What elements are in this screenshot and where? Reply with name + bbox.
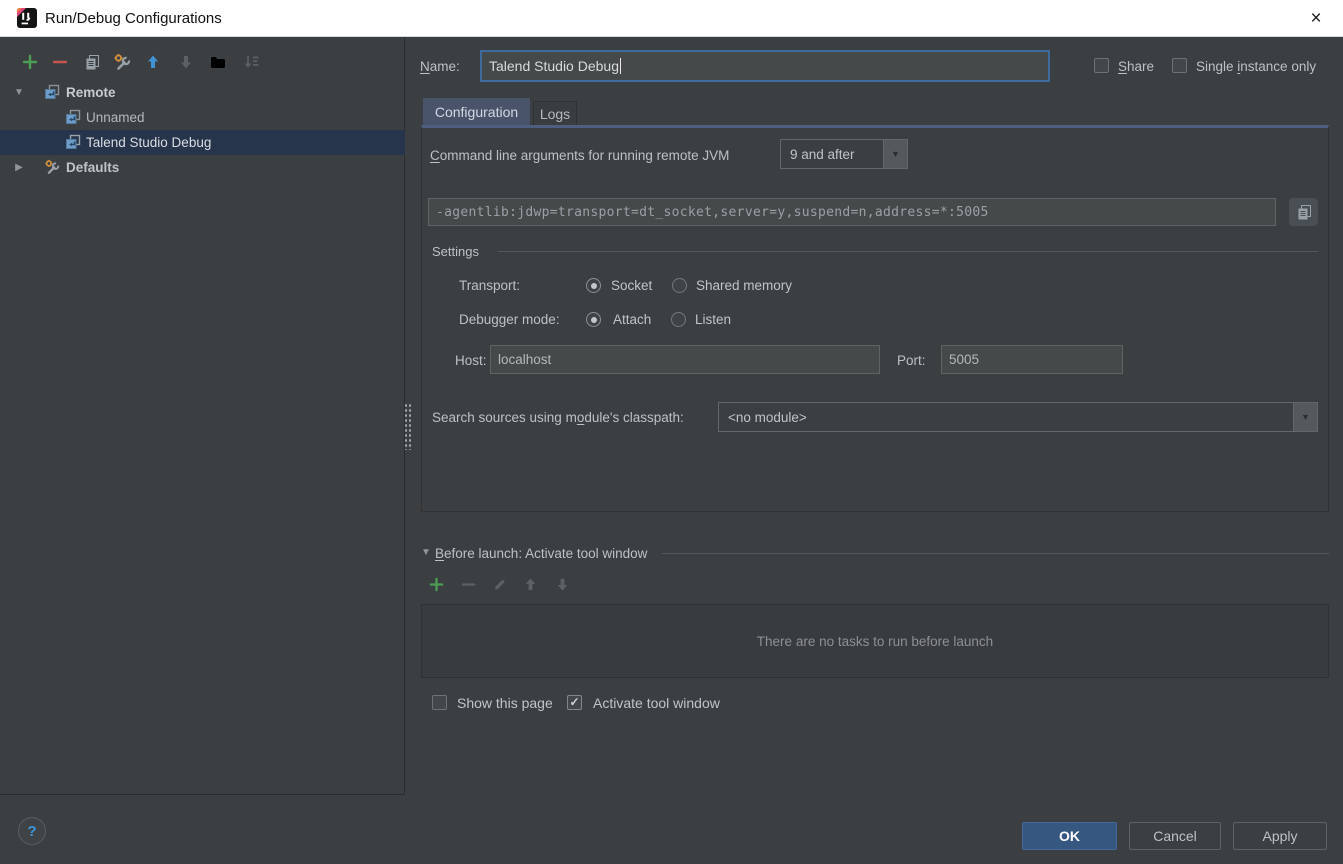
port-label: Port: xyxy=(897,353,926,368)
tree-item-remote[interactable]: ▼ Remote xyxy=(0,80,405,105)
debugger-mode-attach-label: Attach xyxy=(613,312,651,327)
transport-shared-memory-label: Shared memory xyxy=(696,278,792,293)
remove-task-button[interactable] xyxy=(459,575,477,593)
tasks-empty-panel: There are no tasks to run before launch xyxy=(421,604,1329,678)
tree-item-label: Talend Studio Debug xyxy=(86,135,211,150)
help-icon: ? xyxy=(27,823,36,840)
settings-section-title: Settings xyxy=(432,244,479,259)
tab-configuration[interactable]: Configuration xyxy=(423,98,530,125)
copy-arguments-button[interactable] xyxy=(1289,198,1318,226)
add-task-button[interactable] xyxy=(427,575,445,593)
module-classpath-value: <no module> xyxy=(719,403,1293,431)
sort-configurations-button[interactable] xyxy=(243,53,261,71)
debugger-mode-label: Debugger mode: xyxy=(459,312,560,327)
window-titlebar: Run/Debug Configurations × xyxy=(0,0,1343,37)
tree-item-label: Remote xyxy=(66,85,116,100)
before-launch-separator xyxy=(662,553,1329,554)
edit-task-button[interactable] xyxy=(490,575,508,593)
share-checkbox[interactable] xyxy=(1094,58,1109,73)
chevron-down-icon[interactable]: ▼ xyxy=(13,87,25,98)
move-task-up-button[interactable] xyxy=(521,575,539,593)
remote-config-icon xyxy=(65,134,81,150)
move-task-down-button[interactable] xyxy=(553,575,571,593)
tree-item-talend-studio-debug[interactable]: Talend Studio Debug xyxy=(0,130,405,155)
show-this-page-checkbox[interactable] xyxy=(432,695,447,710)
agentlib-arguments-field[interactable]: -agentlib:jdwp=transport=dt_socket,serve… xyxy=(428,198,1276,226)
tree-item-label: Unnamed xyxy=(86,110,145,125)
splitter-grip[interactable] xyxy=(404,403,412,450)
edit-defaults-button[interactable] xyxy=(113,53,131,71)
activate-tool-window-label: Activate tool window xyxy=(593,695,720,711)
before-launch-title: Before launch: Activate tool window xyxy=(435,546,647,561)
move-up-button[interactable] xyxy=(144,53,162,71)
chevron-right-icon[interactable]: ▶ xyxy=(13,162,25,173)
module-classpath-combobox[interactable]: <no module> ▼ xyxy=(718,402,1318,432)
jvm-version-combobox[interactable]: 9 and after ▼ xyxy=(780,139,908,169)
help-button[interactable]: ? xyxy=(18,817,46,845)
single-instance-label: Single instance only xyxy=(1196,59,1316,74)
move-down-button[interactable] xyxy=(177,53,195,71)
remote-config-icon xyxy=(65,109,81,125)
transport-shared-memory-radio[interactable] xyxy=(672,278,687,293)
tab-logs[interactable]: Logs xyxy=(533,101,577,125)
intellij-logo-icon xyxy=(17,8,37,28)
defaults-wrench-icon xyxy=(44,159,60,175)
port-input[interactable]: 5005 xyxy=(941,345,1123,374)
tasks-empty-text: There are no tasks to run before launch xyxy=(757,634,993,649)
copy-configuration-button[interactable] xyxy=(83,53,101,71)
tree-item-unnamed[interactable]: Unnamed xyxy=(0,105,405,130)
close-icon[interactable]: × xyxy=(1303,6,1329,32)
transport-socket-radio[interactable] xyxy=(586,278,601,293)
jvm-version-value: 9 and after xyxy=(781,140,883,168)
combobox-arrow-icon[interactable]: ▼ xyxy=(883,140,907,168)
debugger-mode-attach-radio[interactable] xyxy=(586,312,601,327)
tree-item-label: Defaults xyxy=(66,160,119,175)
remove-configuration-button[interactable] xyxy=(51,53,69,71)
tree-item-defaults[interactable]: ▶ Defaults xyxy=(0,155,405,180)
ok-button[interactable]: OK xyxy=(1022,822,1117,850)
remote-config-icon xyxy=(44,84,60,100)
show-this-page-label: Show this page xyxy=(457,695,553,711)
combobox-arrow-icon[interactable]: ▼ xyxy=(1293,403,1317,431)
host-input[interactable]: localhost xyxy=(490,345,880,374)
settings-separator xyxy=(498,251,1318,252)
before-launch-expander-icon[interactable]: ▼ xyxy=(420,547,432,558)
single-instance-checkbox[interactable] xyxy=(1172,58,1187,73)
name-label: Name: xyxy=(420,59,460,74)
debugger-mode-listen-radio[interactable] xyxy=(671,312,686,327)
host-label: Host: xyxy=(455,353,487,368)
name-input[interactable]: Talend Studio Debug xyxy=(480,50,1050,82)
window-title: Run/Debug Configurations xyxy=(45,10,222,27)
transport-label: Transport: xyxy=(459,278,520,293)
check-icon: ✓ xyxy=(569,696,579,708)
transport-socket-label: Socket xyxy=(611,278,652,293)
apply-button[interactable]: Apply xyxy=(1233,822,1327,850)
search-sources-label: Search sources using module's classpath: xyxy=(432,410,684,425)
add-configuration-button[interactable] xyxy=(21,53,39,71)
create-folder-button[interactable] xyxy=(209,53,227,71)
debugger-mode-listen-label: Listen xyxy=(695,312,731,327)
share-label: Share xyxy=(1118,59,1154,74)
cancel-button[interactable]: Cancel xyxy=(1129,822,1221,850)
name-input-value: Talend Studio Debug xyxy=(489,58,619,74)
cmdline-label: Command line arguments for running remot… xyxy=(430,148,729,163)
text-caret xyxy=(620,58,621,74)
activate-tool-window-checkbox[interactable]: ✓ xyxy=(567,695,582,710)
